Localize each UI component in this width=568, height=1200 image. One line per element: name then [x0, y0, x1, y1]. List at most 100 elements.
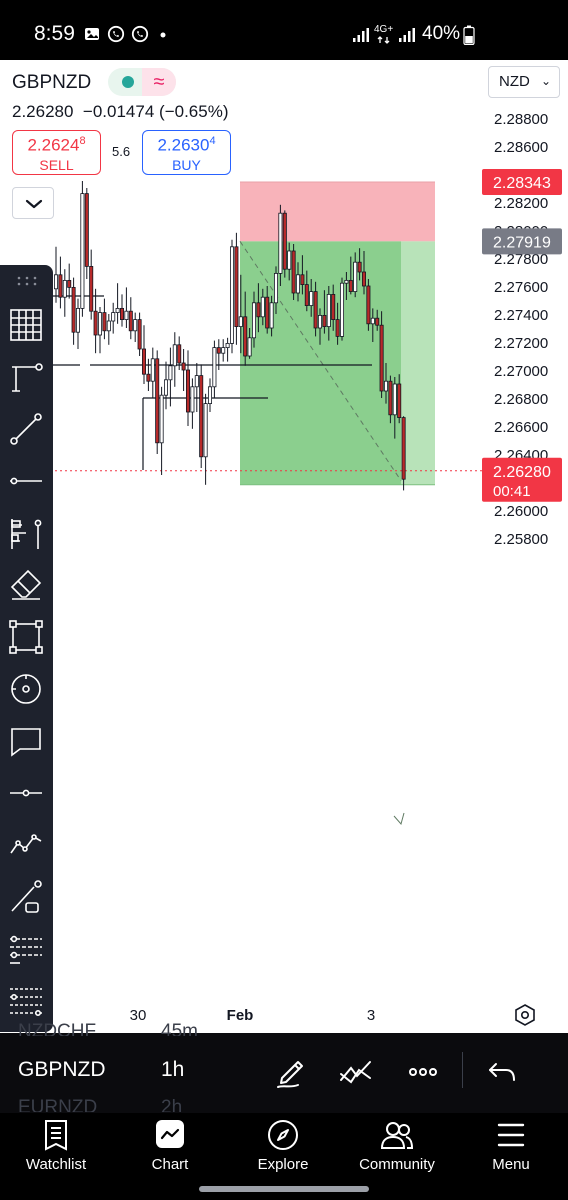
candle-body: [287, 250, 292, 270]
undo-icon[interactable]: [482, 1052, 522, 1092]
anchor-line-icon[interactable]: [8, 359, 44, 395]
candle-body: [229, 246, 234, 344]
candle-body: [54, 274, 59, 290]
candle: [194, 363, 199, 412]
candle: [339, 277, 344, 341]
candle-body: [295, 274, 300, 294]
take-profit-zone-extension[interactable]: [401, 241, 435, 485]
indicator-icon[interactable]: [336, 1052, 376, 1092]
prev-symbol[interactable]: NZDCHF: [18, 1022, 96, 1036]
time-tick-label: Feb: [227, 1007, 254, 1024]
current-interval[interactable]: 1h: [161, 1058, 184, 1082]
prev-interval[interactable]: 45m: [161, 1022, 198, 1036]
more-icon[interactable]: [403, 1052, 443, 1092]
candle: [291, 244, 296, 300]
take-profit-zone[interactable]: [240, 241, 401, 485]
candle-body: [62, 279, 67, 298]
status-time: 8:59: [34, 22, 75, 45]
candle-body: [313, 291, 318, 329]
candle-body: [194, 375, 199, 388]
candle-body: [344, 279, 349, 284]
grid-icon[interactable]: [8, 307, 44, 343]
candle: [106, 314, 111, 345]
candle: [146, 358, 151, 391]
nav-chart[interactable]: Chart: [120, 1112, 220, 1182]
candle-body: [128, 310, 133, 332]
price-tick-label: 2.27600: [494, 279, 548, 296]
candle-body: [84, 193, 89, 267]
measure-levels-icon[interactable]: [8, 983, 44, 1019]
trend-line-icon[interactable]: [8, 411, 44, 447]
drag-handle-icon[interactable]: [16, 275, 38, 287]
comment-icon[interactable]: [8, 723, 44, 759]
nav-community[interactable]: Community: [347, 1112, 447, 1182]
candle-body: [207, 386, 212, 404]
candle-body: [348, 279, 353, 292]
candle: [120, 294, 125, 327]
candle-body: [120, 307, 125, 320]
candle-body: [326, 293, 331, 327]
candle-body: [366, 285, 371, 325]
rectangle-icon[interactable]: [8, 619, 44, 655]
horizontal-line-icon[interactable]: [8, 463, 44, 499]
next-symbol[interactable]: EURNZD: [18, 1098, 97, 1112]
battery-icon: [463, 25, 475, 45]
candle-body: [225, 342, 230, 348]
candle: [207, 378, 212, 412]
candle-body: [392, 383, 397, 416]
price-tick-label: 2.28200: [494, 195, 548, 212]
candle: [93, 288, 98, 354]
candle: [115, 283, 120, 324]
nav-explore[interactable]: Explore: [233, 1112, 333, 1182]
candle-body: [115, 307, 120, 313]
candle-body: [322, 314, 327, 327]
nav-menu[interactable]: Menu: [461, 1112, 561, 1182]
price-tick-label: 2.27400: [494, 307, 548, 324]
signal-icon: [399, 28, 415, 42]
target-icon[interactable]: [8, 671, 44, 707]
eraser-icon[interactable]: [8, 567, 44, 603]
short-position-tool[interactable]: [239, 181, 435, 826]
countdown-label: 00:41: [493, 483, 531, 500]
symbol-title[interactable]: GBPNZD: [12, 72, 91, 94]
candle-body: [300, 274, 305, 285]
gallery-icon: [85, 28, 99, 40]
candle-body: [199, 375, 204, 458]
candle-body: [291, 250, 296, 294]
levels-icon[interactable]: [8, 931, 44, 967]
candle: [185, 350, 190, 426]
market-status-pill[interactable]: ≈: [108, 68, 176, 96]
stop-loss-zone[interactable]: [240, 181, 435, 242]
price-tick-label: 2.26600: [494, 419, 548, 436]
candle: [155, 350, 160, 454]
candle-body: [76, 307, 81, 333]
candle-body: [379, 324, 384, 392]
candle-body: [168, 365, 173, 381]
chart-settings-button[interactable]: [515, 1004, 535, 1026]
price-tick-label: 2.28600: [494, 139, 548, 156]
drawing-toolbar: [0, 265, 53, 1032]
candle-body: [309, 291, 314, 307]
candle-body: [304, 284, 309, 307]
home-indicator[interactable]: [199, 1186, 369, 1192]
next-interval[interactable]: 2h: [161, 1098, 182, 1112]
candle-body: [265, 296, 270, 329]
candle-body: [331, 293, 336, 320]
divider: [462, 1052, 463, 1088]
pattern-icon[interactable]: [8, 827, 44, 863]
nav-watchlist[interactable]: Watchlist: [6, 1112, 106, 1182]
candle-body: [247, 337, 252, 357]
candle-body: [221, 347, 226, 354]
fib-tool-icon[interactable]: [8, 515, 44, 551]
currency-select[interactable]: NZD ⌄: [488, 66, 560, 98]
price-chart[interactable]: 2.288002.286002.284002.282002.280002.278…: [0, 100, 568, 1035]
pencil-icon[interactable]: [272, 1052, 312, 1092]
horizontal-ray-icon[interactable]: [8, 775, 44, 811]
projection-arrowhead: [393, 812, 405, 826]
candle-body: [256, 302, 261, 318]
candle-body: [89, 265, 94, 312]
time-tick-label: 3: [367, 1007, 375, 1024]
line-box-icon[interactable]: [8, 879, 44, 915]
current-symbol[interactable]: GBPNZD: [18, 1058, 106, 1082]
wave-icon: ≈: [142, 68, 176, 96]
